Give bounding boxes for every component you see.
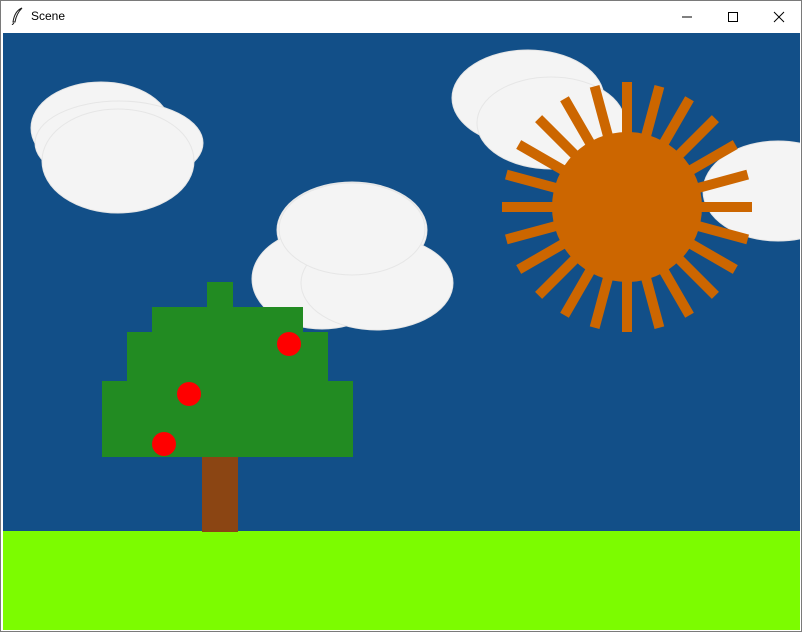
apple: [177, 382, 201, 406]
feather-icon: [10, 7, 26, 26]
close-icon: [773, 11, 785, 22]
grass: [3, 531, 800, 630]
title-bar[interactable]: Scene: [1, 1, 801, 32]
close-button[interactable]: [756, 1, 802, 32]
apple: [277, 332, 301, 356]
maximize-icon: [728, 11, 738, 22]
scene-canvas[interactable]: [3, 33, 800, 630]
apple: [152, 432, 176, 456]
window-title: Scene: [31, 9, 66, 23]
maximize-button[interactable]: [710, 1, 756, 32]
tree-leaves-row-3: [102, 381, 353, 457]
tree-top-block: [207, 282, 233, 308]
sun-disc: [552, 132, 702, 282]
sun: [502, 82, 752, 332]
app-window: Scene: [0, 0, 802, 632]
minimize-icon: [682, 16, 692, 17]
tree-trunk: [202, 456, 238, 532]
tree-leaves-row-1: [152, 307, 303, 333]
minimize-button[interactable]: [664, 1, 710, 32]
